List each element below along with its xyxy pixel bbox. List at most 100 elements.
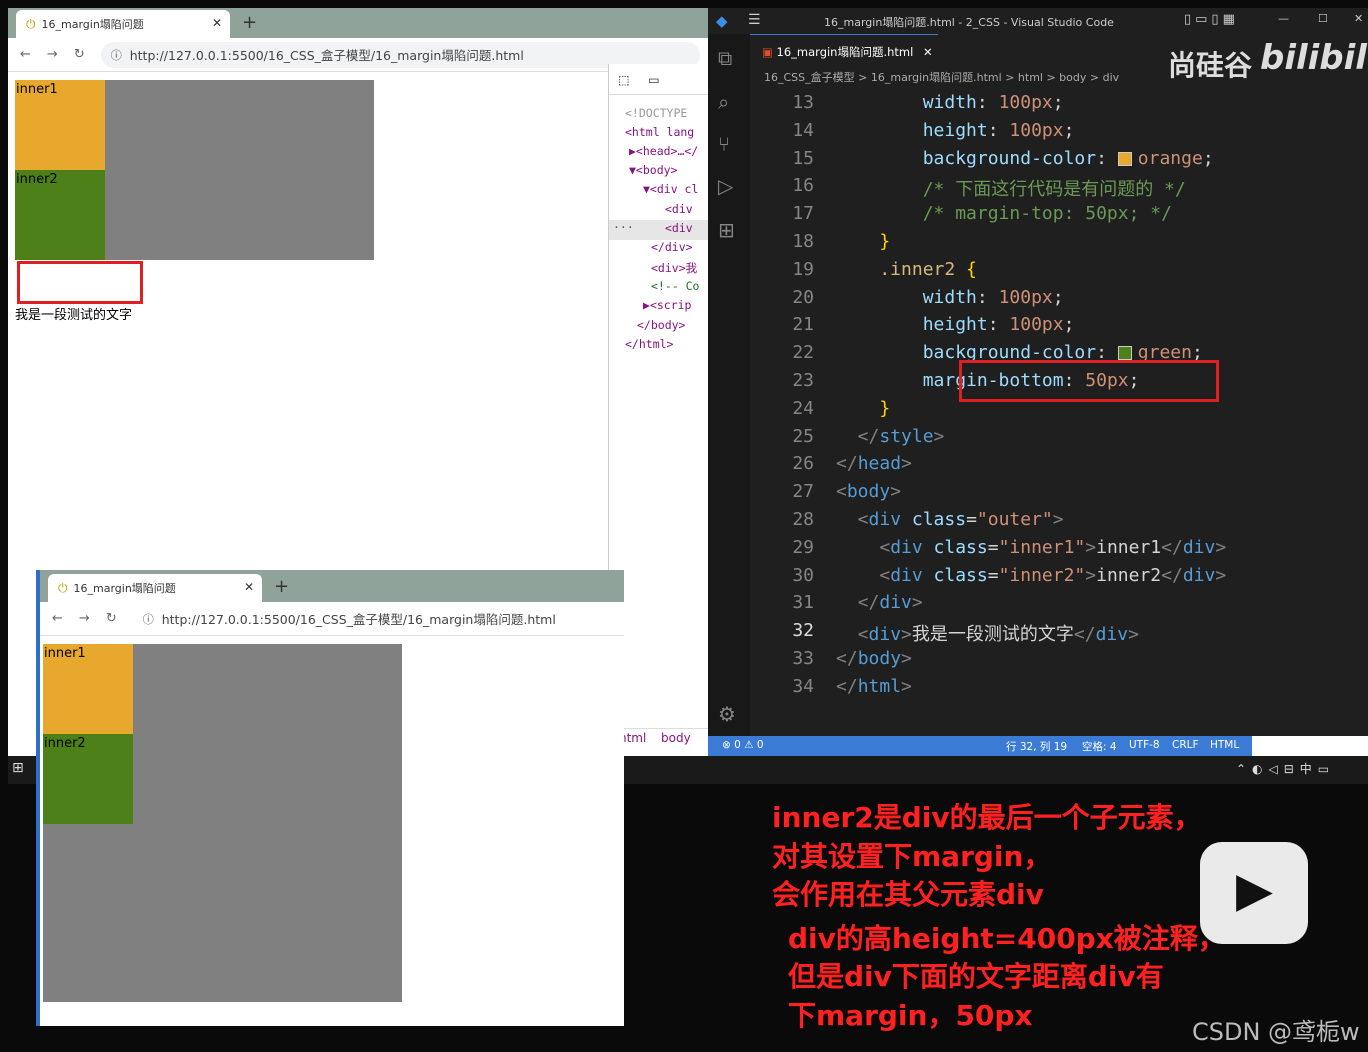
- tab-bar-2: ⏻ 16_margin塌陷问题 ✕ +: [40, 570, 624, 602]
- search-icon[interactable]: ⌕: [718, 90, 729, 114]
- close-tab-icon[interactable]: ✕: [212, 16, 222, 30]
- window-title: 16_margin塌陷问题.html - 2_CSS - Visual Stud…: [824, 16, 1114, 29]
- dom-div-outer[interactable]: ▼<div cl: [643, 182, 698, 196]
- inner1-box-2: inner1: [43, 644, 133, 734]
- line-number: 25: [792, 425, 814, 447]
- code-line[interactable]: height: 100px;: [836, 120, 1075, 141]
- code-line[interactable]: <body>: [836, 481, 901, 502]
- browser-tab[interactable]: ⏻ 16_margin塌陷问题 ✕: [16, 10, 230, 38]
- code-line[interactable]: </html>: [836, 676, 912, 697]
- code-line[interactable]: <div class="inner2">inner2</div>: [836, 565, 1226, 586]
- forward-icon[interactable]: →: [47, 47, 58, 62]
- html-file-icon: ▣: [762, 45, 773, 59]
- line-number: 19: [792, 258, 814, 280]
- code-line[interactable]: <div>我是一段测试的文字</div>: [836, 620, 1139, 646]
- back-icon[interactable]: ←: [20, 47, 31, 62]
- eol-setting[interactable]: CRLF: [1172, 739, 1199, 751]
- code-line[interactable]: </div>: [836, 592, 923, 613]
- line-number: 30: [792, 564, 814, 586]
- play-button[interactable]: ▶: [1200, 842, 1308, 944]
- extensions-icon[interactable]: ⊞: [718, 218, 735, 242]
- browser-tab-2[interactable]: ⏻ 16_margin塌陷问题 ✕: [48, 574, 262, 602]
- close-tab-icon-2[interactable]: ✕: [244, 580, 254, 594]
- dom-div-close[interactable]: </div>: [651, 240, 693, 254]
- line-number: 22: [792, 342, 814, 364]
- url-text-2: http://127.0.0.1:5500/16_CSS_盒子模型/16_mar…: [161, 612, 556, 627]
- layout-icons[interactable]: ▯▭▯▦: [1184, 12, 1239, 27]
- line-number: 16: [792, 175, 814, 197]
- code-line[interactable]: }: [836, 398, 890, 419]
- forward-icon-2[interactable]: →: [79, 611, 90, 626]
- code-line[interactable]: }: [836, 231, 890, 252]
- reload-icon-2[interactable]: ↻: [106, 611, 117, 626]
- editor-tab[interactable]: ▣ 16_margin塌陷问题.html ✕: [750, 34, 938, 64]
- code-line[interactable]: width: 100px;: [836, 287, 1064, 308]
- indent-setting[interactable]: 空格: 4: [1082, 739, 1117, 754]
- close-editor-icon[interactable]: ✕: [923, 45, 933, 59]
- address-bar-row-2: ← → ↻ ⓘ http://127.0.0.1:5500/16_CSS_盒子模…: [40, 602, 624, 636]
- maximize-icon[interactable]: ☐: [1318, 12, 1328, 25]
- dom-div-inner1[interactable]: <div: [665, 202, 693, 216]
- language-mode[interactable]: HTML: [1210, 739, 1239, 751]
- code-line[interactable]: </head>: [836, 453, 912, 474]
- cursor-position[interactable]: 行 32, 列 19: [1006, 739, 1067, 754]
- csdn-watermark: CSDN @鸢栀w: [1192, 1018, 1360, 1046]
- code-line[interactable]: </style>: [836, 426, 945, 447]
- dom-div-inner2[interactable]: <div: [665, 221, 693, 235]
- code-line[interactable]: background-color: orange;: [836, 148, 1214, 169]
- dom-html-close[interactable]: </html>: [625, 337, 673, 351]
- line-number: 28: [792, 509, 814, 530]
- code-line[interactable]: width: 100px;: [836, 92, 1064, 113]
- settings-gear-icon[interactable]: ⚙: [718, 702, 736, 726]
- dom-div-text[interactable]: <div>我: [651, 260, 697, 276]
- dom-head[interactable]: ▶<head>…</: [629, 144, 698, 158]
- crumb-body[interactable]: body: [661, 731, 691, 745]
- source-control-icon[interactable]: ⑂: [718, 132, 730, 156]
- code-line[interactable]: </body>: [836, 648, 912, 669]
- new-tab-button[interactable]: +: [242, 12, 257, 33]
- line-number: 27: [792, 481, 814, 503]
- line-number: 21: [792, 314, 814, 336]
- code-line[interactable]: height: 100px;: [836, 314, 1075, 335]
- minimize-icon[interactable]: —: [1278, 12, 1289, 25]
- editor-breadcrumb[interactable]: 16_CSS_盒子模型 > 16_margin塌陷问题.html > html …: [764, 69, 1119, 85]
- close-window-icon[interactable]: ✕: [1354, 12, 1363, 25]
- url-field-2[interactable]: ⓘ http://127.0.0.1:5500/16_CSS_盒子模型/16_m…: [132, 605, 616, 632]
- bilibili-logo: bilibili: [1260, 38, 1368, 78]
- dom-comment[interactable]: <!-- Co: [651, 279, 699, 293]
- caption-line: div的高height=400px被注释，: [788, 922, 1226, 955]
- line-number: 32: [792, 620, 814, 642]
- encoding-setting[interactable]: UTF-8: [1129, 739, 1160, 751]
- status-bar: ⊗ 0 ⚠ 0 行 32, 列 19 空格: 4 UTF-8 CRLF HTML: [708, 736, 1368, 756]
- play-icon: ▶: [1236, 862, 1273, 918]
- reload-icon[interactable]: ↻: [74, 47, 85, 62]
- dom-body[interactable]: ▼<body>: [629, 163, 677, 177]
- run-debug-icon[interactable]: ▷: [718, 174, 733, 198]
- dom-html[interactable]: <html lang: [625, 125, 694, 139]
- inspect-icon[interactable]: ⬚: [619, 70, 629, 89]
- favicon-icon: ⏻: [26, 16, 36, 31]
- dom-script[interactable]: ▶<scrip: [643, 298, 691, 312]
- code-line[interactable]: /* margin-top: 50px; */: [836, 203, 1172, 224]
- line-number: 33: [792, 648, 814, 669]
- new-tab-button-2[interactable]: +: [274, 576, 289, 597]
- code-line[interactable]: <div class="outer">: [836, 509, 1064, 530]
- url-text: http://127.0.0.1:5500/16_CSS_盒子模型/16_mar…: [129, 48, 524, 63]
- windows-start-icon[interactable]: ⊞: [12, 760, 24, 776]
- vscode-titlebar: ◆ ☰ 16_margin塌陷问题.html - 2_CSS - Visual …: [708, 8, 1368, 34]
- code-line[interactable]: /* 下面这行代码是有问题的 */: [836, 175, 1186, 201]
- code-editor[interactable]: 13 width: 100px; 14 height: 100px; 15 back…: [750, 84, 1368, 736]
- device-icon[interactable]: ▭: [649, 70, 659, 89]
- explorer-icon[interactable]: ⧉: [718, 46, 732, 70]
- code-line[interactable]: <div class="inner1">inner1</div>: [836, 537, 1226, 558]
- code-line[interactable]: .inner2 {: [836, 259, 977, 280]
- menu-icon[interactable]: ☰: [748, 12, 761, 28]
- problems-indicator[interactable]: ⊗ 0 ⚠ 0: [722, 739, 764, 751]
- color-swatch[interactable]: [1117, 151, 1132, 166]
- dom-doctype[interactable]: <!DOCTYPE: [625, 106, 687, 120]
- color-swatch[interactable]: [1117, 346, 1132, 361]
- dom-body-close[interactable]: </body>: [637, 318, 685, 332]
- favicon-icon-2: ⏻: [58, 580, 68, 595]
- back-icon-2[interactable]: ←: [52, 611, 63, 626]
- caption-line: 会作用在其父元素div: [772, 878, 1044, 911]
